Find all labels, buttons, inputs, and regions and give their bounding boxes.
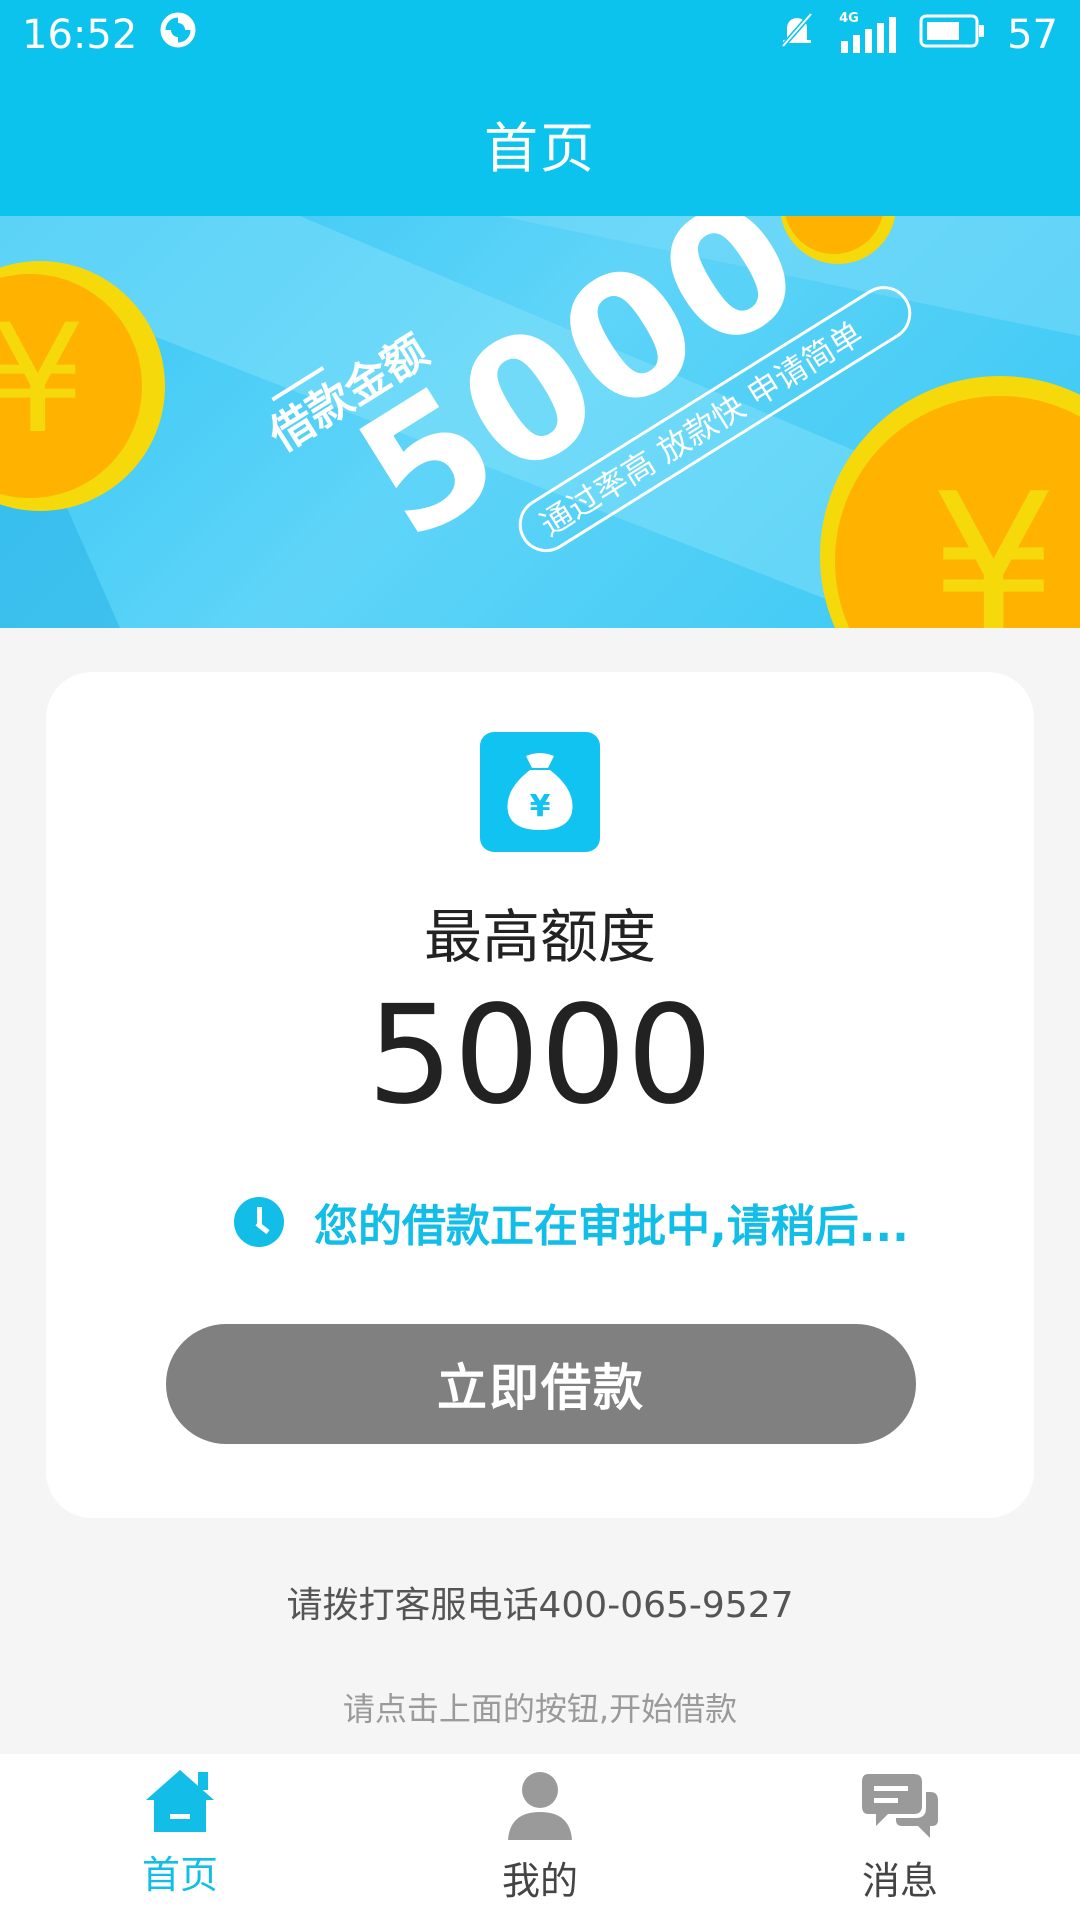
tab-messages-label: 消息 (861, 1859, 938, 1903)
tab-home-label: 首页 (141, 1853, 218, 1897)
instruction-hint: 请点击上面的按钮,开始借款 (342, 1690, 738, 1728)
approval-status-text: 您的借款正在审批中,请稍后... (314, 1201, 909, 1252)
user-icon (504, 1768, 576, 1844)
coin-right: ¥ (820, 376, 1080, 628)
customer-service-hotline[interactable]: 请拨打客服电话400-065-9527 (0, 1576, 1080, 1628)
clock-icon (234, 1197, 284, 1247)
money-bag-icon: ¥ (480, 732, 600, 852)
tab-messages[interactable]: 消息 (750, 1754, 1050, 1905)
signal-icon: 4G (839, 11, 897, 55)
status-time: 16:52 (22, 12, 138, 58)
message-icon (862, 1768, 938, 1844)
status-bar: 16:52 4G 57 (0, 0, 1080, 70)
borrow-now-button[interactable]: 立即借款 (166, 1324, 916, 1444)
page-title: 首页 (484, 116, 596, 180)
money-bag-symbol: ¥ (530, 789, 551, 824)
promo-banner[interactable]: ¥ ¥ 借款金额 5000 最高 通过率高 放款快 申请简单 (0, 216, 1080, 628)
battery-level: 57 (1007, 12, 1058, 58)
coin-left-symbol: ¥ (0, 293, 85, 467)
coin-right-symbol: ¥ (930, 451, 1057, 628)
mute-bell-icon (777, 10, 817, 60)
tab-home[interactable]: 首页 (30, 1754, 330, 1899)
home-icon (144, 1768, 216, 1838)
credit-card-panel: ¥ 最高额度 5000 您的借款正在审批中,请稍后... 立即借款 (46, 672, 1034, 1518)
credit-limit-amount: 5000 (366, 977, 714, 1135)
credit-limit-title: 最高额度 (423, 903, 656, 971)
tab-mine-label: 我的 (501, 1859, 578, 1903)
app-header: 首页 (0, 70, 1080, 216)
tab-mine[interactable]: 我的 (390, 1754, 690, 1905)
sync-icon (159, 11, 197, 59)
bottom-tab-bar: 首页 我的 消息 (0, 1754, 1080, 1920)
approval-status: 您的借款正在审批中,请稍后... (234, 1190, 909, 1254)
battery-icon (919, 12, 985, 58)
